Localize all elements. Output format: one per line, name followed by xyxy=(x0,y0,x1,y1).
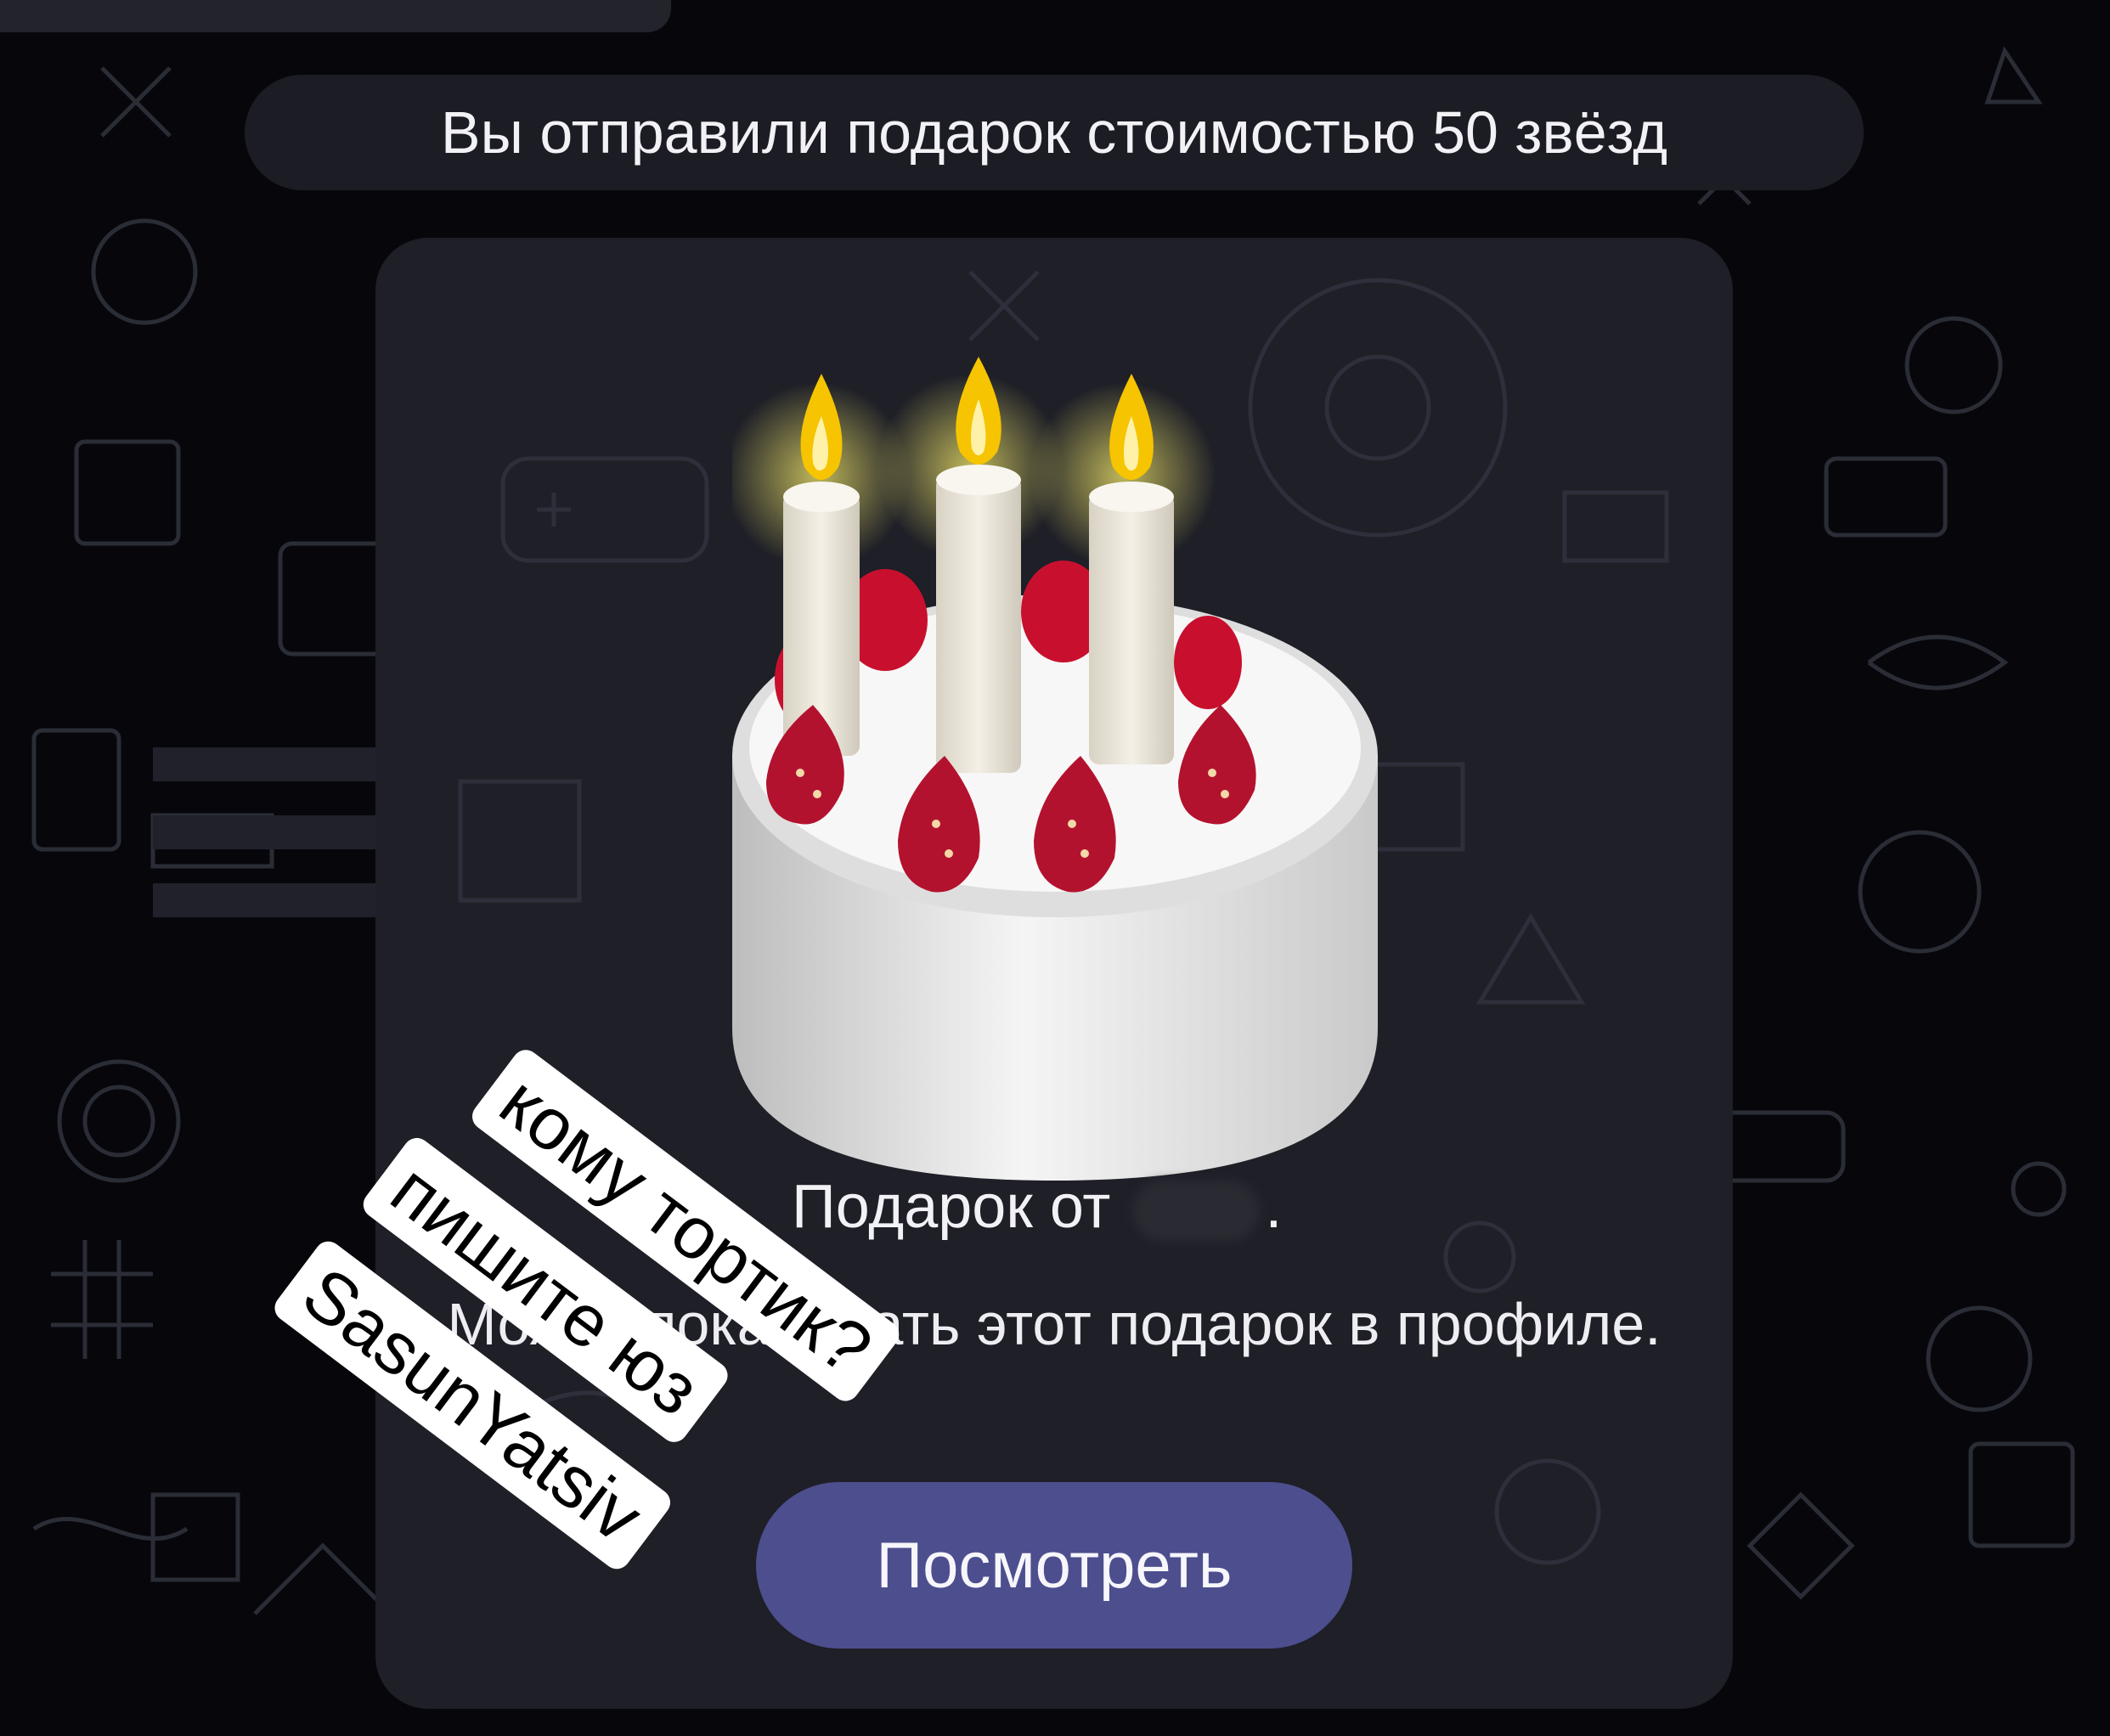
gift-title-prefix: Подарок от xyxy=(792,1173,1111,1241)
view-gift-button[interactable]: Посмотреть xyxy=(756,1482,1352,1649)
view-gift-button-label: Посмотреть xyxy=(876,1529,1233,1602)
cake-emoji xyxy=(732,357,1378,1181)
blurred-sender-name xyxy=(1132,1180,1261,1242)
gift-title: Подарок от . xyxy=(792,1172,1386,1242)
gift-title-suffix: . xyxy=(1265,1173,1283,1241)
previous-message-fragment xyxy=(0,0,671,32)
service-message-text: Вы отправили подарок стоимостью 50 звёзд xyxy=(440,99,1668,166)
service-message: Вы отправили подарок стоимостью 50 звёзд xyxy=(245,75,1864,190)
